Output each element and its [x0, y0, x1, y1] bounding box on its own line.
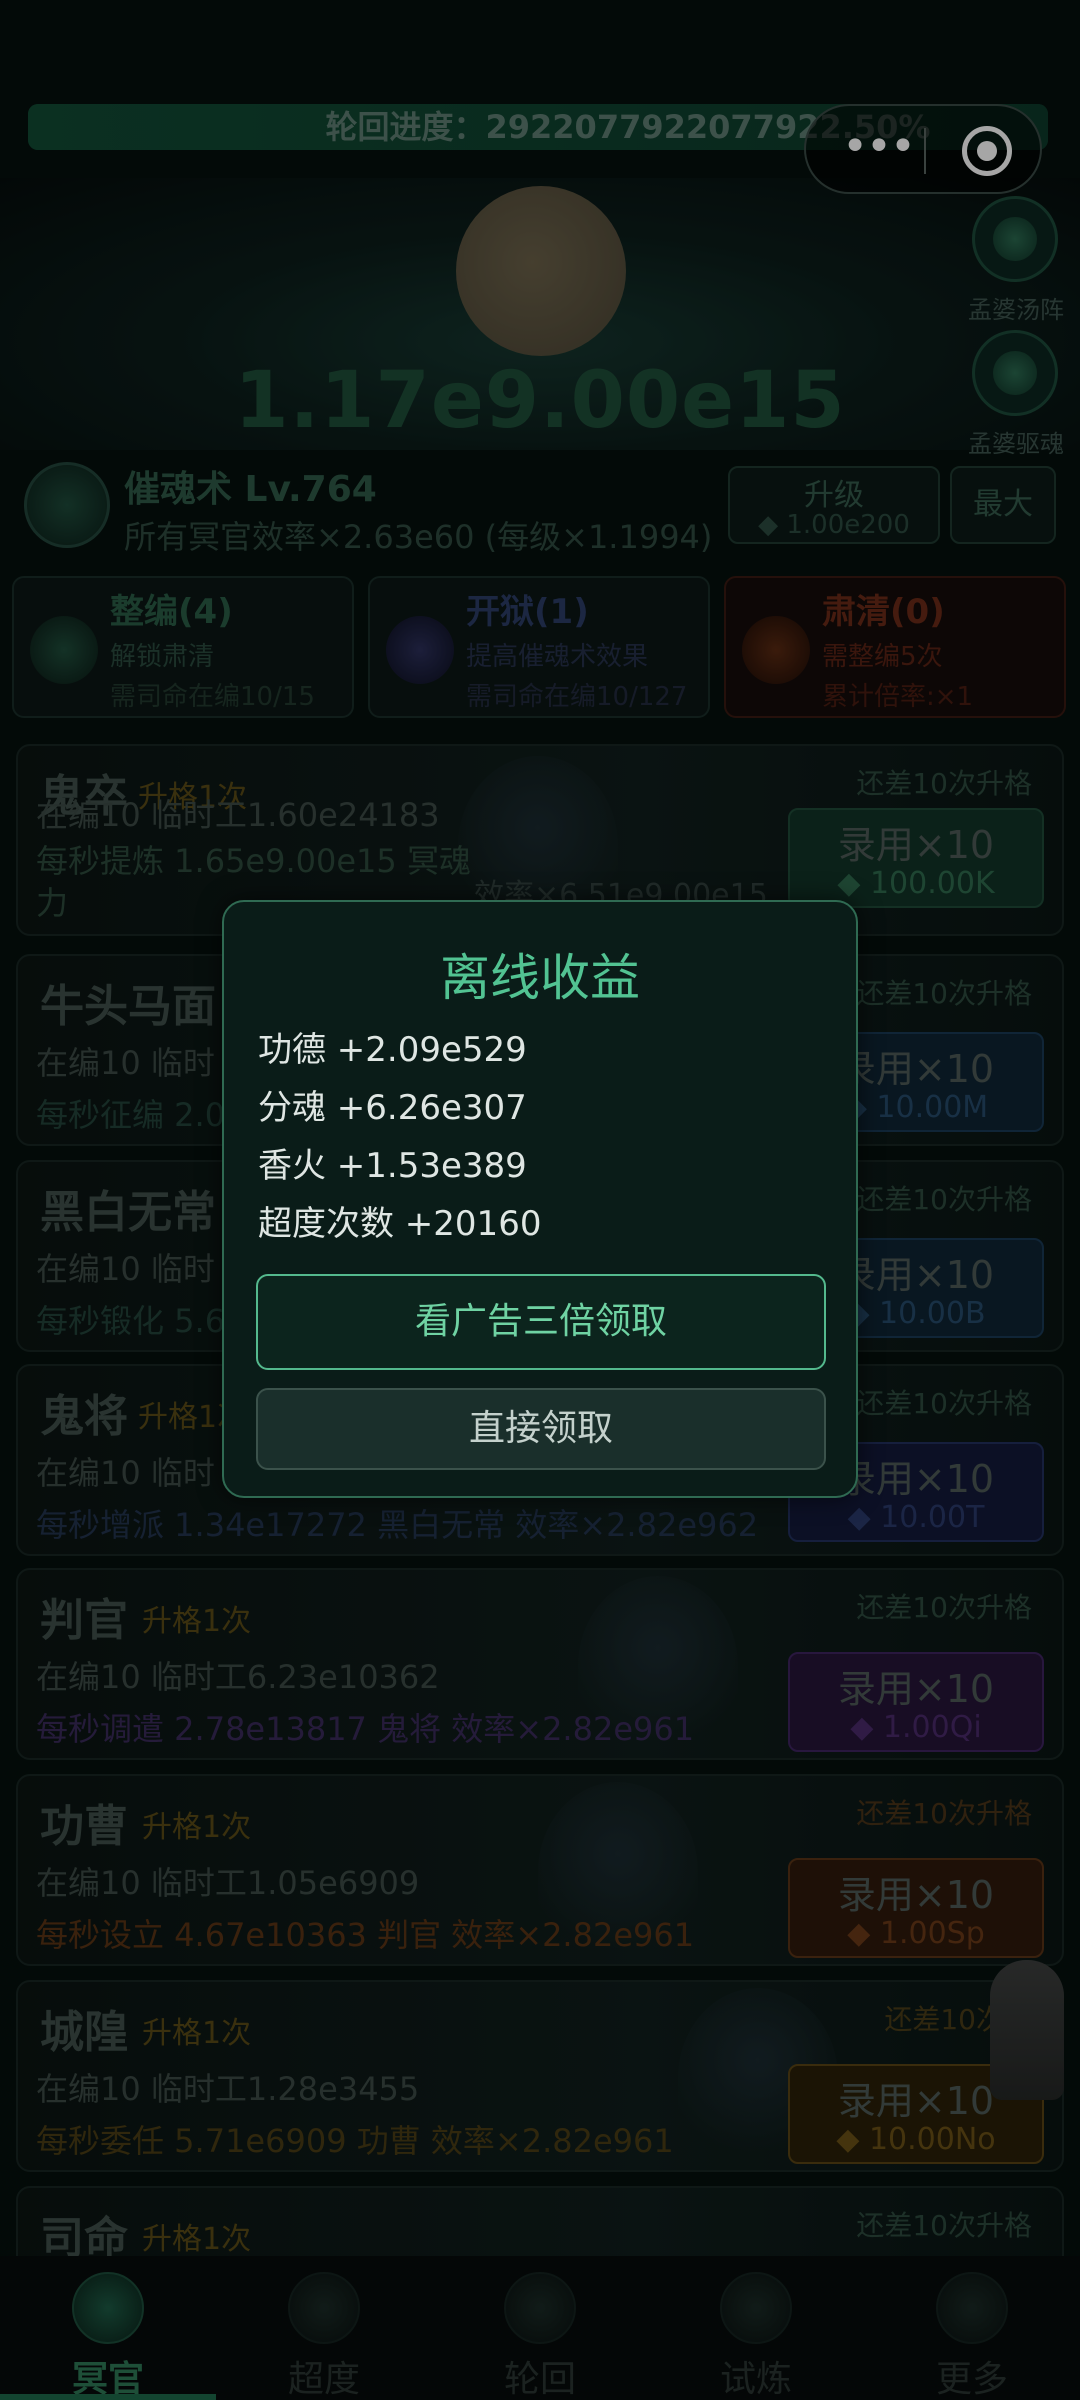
offline-earnings-dialog: 离线收益 功德 +2.09e529 分魂 +6.26e307 香火 +1.53e…: [222, 900, 858, 1498]
watch-ad-triple-button[interactable]: 看广告三倍领取: [256, 1274, 826, 1370]
dialog-title: 离线收益: [440, 949, 640, 1007]
reward-soul-split: 分魂 +6.26e307: [258, 1088, 527, 1128]
reward-salvation-count: 超度次数 +20160: [258, 1204, 542, 1244]
reward-incense: 香火 +1.53e389: [258, 1146, 527, 1186]
reward-merit: 功德 +2.09e529: [258, 1030, 527, 1070]
claim-directly-button[interactable]: 直接领取: [256, 1388, 826, 1470]
